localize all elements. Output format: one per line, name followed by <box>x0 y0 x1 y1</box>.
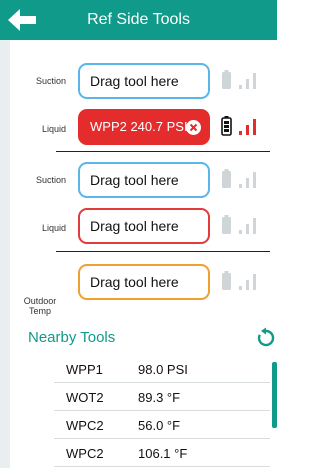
refresh-button[interactable] <box>255 327 277 349</box>
app-bar: Ref Side Tools <box>0 0 277 40</box>
back-arrow-icon <box>8 9 36 31</box>
status-icons <box>220 69 265 93</box>
tool-name: WPC2 <box>66 418 104 433</box>
liquid-label: Liquid <box>41 223 66 233</box>
left-gutter <box>0 40 10 468</box>
battery-icon <box>221 116 232 136</box>
tool-reading: 89.3 °F <box>138 390 181 405</box>
suction-label: Suction <box>35 76 66 86</box>
scrollbar[interactable] <box>272 362 277 428</box>
tool-reading: 98.0 PSI <box>138 362 188 377</box>
temp-label-line: Temp <box>28 306 51 316</box>
suction-slot-2[interactable]: Drag tool here <box>78 162 210 198</box>
signal-bars-icon <box>239 73 256 89</box>
list-item[interactable]: WPC2 106.1 °F <box>54 439 270 467</box>
slot-text: Drag tool here <box>90 274 179 290</box>
section-divider <box>56 151 270 152</box>
close-icon <box>189 123 198 132</box>
outdoor-temp-label: Outdoor Temp <box>22 296 58 316</box>
refresh-icon <box>257 327 275 347</box>
suction-label: Suction <box>35 175 66 185</box>
suction-slot-1[interactable]: Drag tool here <box>78 63 210 99</box>
list-item[interactable]: WPP1 98.0 PSI <box>54 355 270 383</box>
liquid-slot-1[interactable]: WPP2 240.7 PSI <box>78 109 210 145</box>
remove-tool-button[interactable] <box>186 120 201 135</box>
battery-icon <box>222 70 231 89</box>
battery-icon <box>222 215 231 234</box>
status-icons <box>220 214 265 238</box>
slot-text: Drag tool here <box>90 218 179 234</box>
nearby-tools-list: WPP1 98.0 PSI WOT2 89.3 °F WPC2 56.0 °F … <box>54 355 270 467</box>
status-icons <box>220 270 265 294</box>
list-item[interactable]: WOT2 89.3 °F <box>54 383 270 411</box>
signal-bars-icon <box>239 274 256 290</box>
slot-text: Drag tool here <box>90 172 179 188</box>
signal-bars-icon <box>239 172 256 188</box>
status-icons-active <box>220 115 265 139</box>
tool-name: WOT2 <box>66 390 104 405</box>
outdoor-label-line: Outdoor <box>23 296 57 306</box>
nearby-tools-title: Nearby Tools <box>28 329 116 346</box>
battery-icon <box>222 169 231 188</box>
section-divider <box>56 251 270 252</box>
signal-bars-icon <box>239 119 256 135</box>
tool-name: WPP1 <box>66 362 103 377</box>
liquid-slot-2[interactable]: Drag tool here <box>78 208 210 244</box>
outdoor-temp-slot[interactable]: Drag tool here <box>78 264 210 300</box>
tool-reading: 106.1 °F <box>138 446 188 461</box>
back-button[interactable] <box>6 6 42 34</box>
signal-bars-icon <box>239 218 256 234</box>
status-icons <box>220 168 265 192</box>
tool-name: WPC2 <box>66 446 104 461</box>
list-item[interactable]: WPC2 56.0 °F <box>54 411 270 439</box>
liquid-label: Liquid <box>41 124 66 134</box>
slot-text: Drag tool here <box>90 73 179 89</box>
tool-reading: 56.0 °F <box>138 418 181 433</box>
slot-reading: WPP2 240.7 PSI <box>90 119 188 134</box>
nearby-tools-header: Nearby Tools <box>10 327 277 349</box>
battery-icon <box>222 271 231 290</box>
